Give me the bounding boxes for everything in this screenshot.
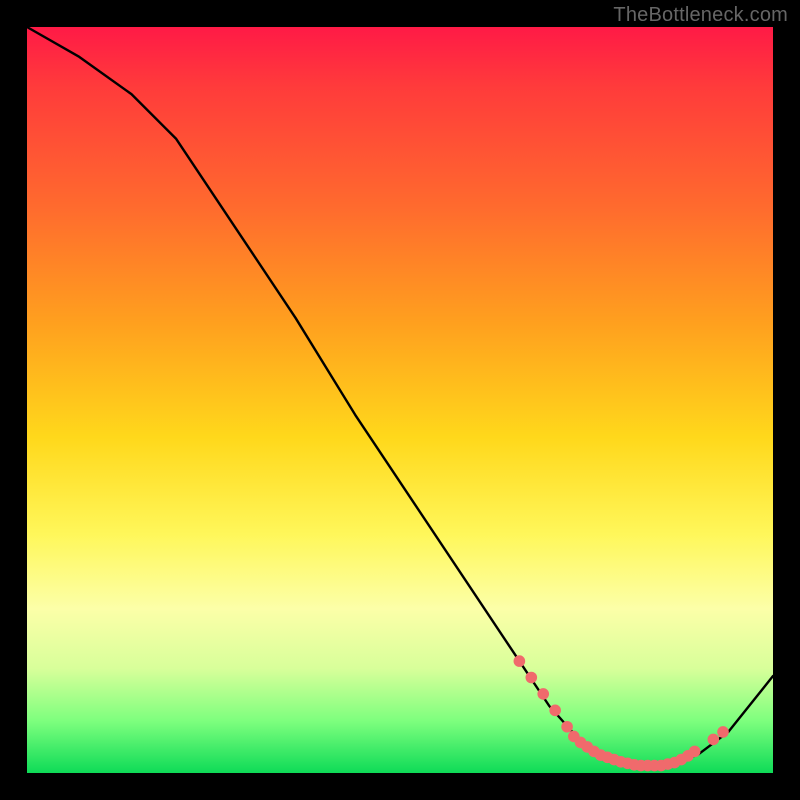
- chart-overlay: [27, 27, 773, 773]
- chart-stage: TheBottleneck.com: [0, 0, 800, 800]
- highlight-point: [514, 655, 526, 667]
- highlight-point: [708, 734, 720, 746]
- highlight-point: [537, 688, 549, 700]
- highlight-point: [561, 721, 573, 733]
- highlight-point: [717, 726, 729, 738]
- attribution-label: TheBottleneck.com: [613, 4, 788, 27]
- bottleneck-curve: [27, 27, 773, 766]
- highlight-point: [549, 705, 561, 717]
- highlight-point: [526, 672, 538, 684]
- highlight-point: [689, 746, 701, 758]
- highlight-points: [514, 655, 729, 771]
